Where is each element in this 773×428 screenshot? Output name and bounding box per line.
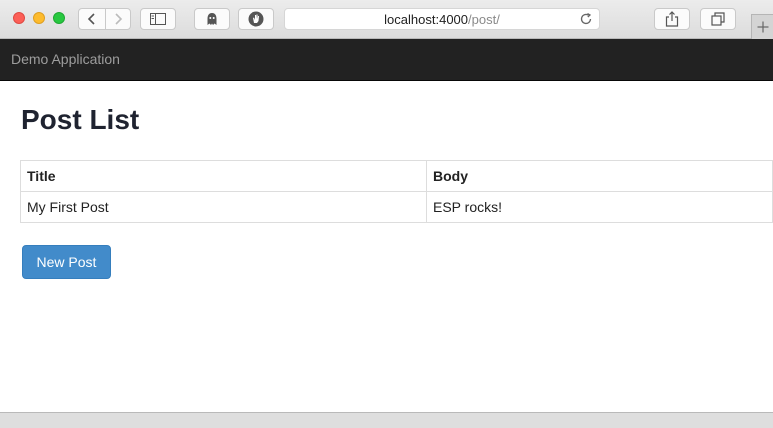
table-header-row: Title Body	[20, 160, 773, 192]
column-header-title: Title	[20, 160, 427, 192]
posts-table: Title Body My First Post ESP rocks!	[20, 160, 773, 223]
privacy-hand-icon	[248, 11, 264, 27]
sidebar-icon	[150, 13, 166, 25]
forward-button[interactable]	[104, 9, 131, 29]
reload-button[interactable]	[579, 12, 593, 29]
status-bar	[0, 412, 773, 428]
back-icon	[87, 13, 95, 25]
share-button[interactable]	[654, 8, 690, 30]
app-navbar: Demo Application	[0, 39, 773, 81]
column-header-body: Body	[426, 160, 773, 192]
forward-icon	[115, 13, 122, 25]
address-bar[interactable]: localhost:4000/post/	[284, 8, 600, 30]
ghostery-button[interactable]	[194, 8, 230, 30]
post-title-cell: My First Post	[20, 191, 427, 223]
url-host: localhost:4000	[384, 11, 469, 27]
reload-icon	[580, 12, 592, 25]
table-row: My First Post ESP rocks!	[20, 191, 773, 223]
url-path: /post/	[468, 11, 500, 27]
zoom-window-button[interactable]	[53, 12, 65, 24]
post-body-cell: ESP rocks!	[426, 191, 773, 223]
page-title: Post List	[21, 104, 140, 135]
browser-toolbar: localhost:4000/post/	[0, 0, 773, 39]
privacy-extension-button[interactable]	[238, 8, 274, 30]
history-nav	[78, 8, 131, 30]
plus-icon	[757, 21, 768, 33]
share-icon	[665, 11, 679, 27]
tab-overview-button[interactable]	[700, 8, 736, 30]
sidebar-button[interactable]	[140, 8, 176, 30]
close-window-button[interactable]	[13, 12, 25, 24]
new-post-button[interactable]: New Post	[22, 245, 111, 279]
tabs-icon	[711, 12, 725, 26]
minimize-window-button[interactable]	[33, 12, 45, 24]
new-tab-button[interactable]	[751, 14, 773, 39]
ghostery-icon	[207, 13, 217, 25]
back-button[interactable]	[79, 9, 105, 29]
navbar-brand[interactable]: Demo Application	[11, 51, 120, 67]
